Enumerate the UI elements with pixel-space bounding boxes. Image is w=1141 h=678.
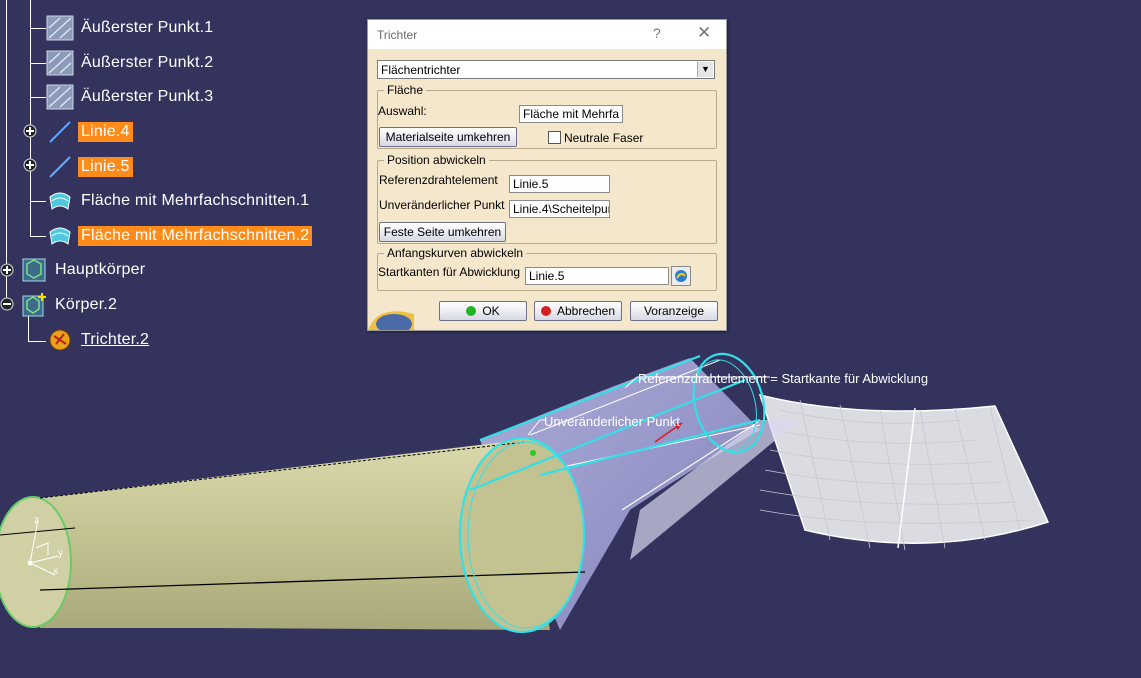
axis-z-label: z — [34, 515, 39, 526]
ok-button-label: OK — [482, 304, 500, 318]
start-edges-label: Startkanten für Abwicklung — [378, 265, 521, 279]
invariant-point-annotation: Unveränderlicher Punkt — [544, 414, 680, 429]
surface-group-legend: Fläche — [387, 83, 424, 97]
body-icon — [22, 293, 46, 317]
cylinder-solid — [0, 437, 586, 633]
expand-icon[interactable] — [23, 158, 37, 172]
edge-selector-icon[interactable] — [671, 266, 691, 286]
help-button[interactable]: ? — [653, 25, 661, 41]
tree-connector — [30, 97, 46, 98]
ok-icon — [466, 306, 477, 316]
neutral-fiber-label: Neutrale Faser — [564, 131, 644, 145]
swap-material-side-button[interactable]: Materialseite umkehren — [379, 127, 517, 147]
close-button[interactable]: ✕ — [697, 23, 711, 43]
tree-item-body-2[interactable]: Körper.2 — [20, 293, 120, 317]
tree-item-extremum-point-1[interactable]: Äußerster Punkt.1 — [46, 15, 216, 41]
tree-item-line-4[interactable]: Linie.4 — [46, 120, 133, 144]
expand-icon[interactable] — [0, 263, 14, 277]
extremum-point-icon — [46, 50, 74, 76]
funnel-type-select[interactable]: Flächentrichter ▼ — [377, 60, 715, 79]
tree-item-label: Äußerster Punkt.3 — [81, 88, 214, 105]
tree-item-funnel-2[interactable]: Trichter.2 — [46, 328, 152, 352]
reference-wire-annotation: Referenzdrahtelement = Startkante für Ab… — [638, 371, 929, 386]
ok-button[interactable]: OK — [439, 301, 527, 321]
line-icon — [49, 121, 71, 143]
start-edges-field[interactable]: Linie.5 — [525, 267, 669, 285]
tree-item-part-body[interactable]: Hauptkörper — [20, 258, 148, 282]
tree-item-extremum-point-2[interactable]: Äußerster Punkt.2 — [46, 50, 216, 76]
part-body-icon — [22, 258, 46, 282]
tree-item-line-5[interactable]: Linie.5 — [46, 155, 133, 179]
dialog-titlebar[interactable]: Trichter ? ✕ — [368, 20, 726, 49]
invariant-point-field[interactable]: Linie.4\Scheitelpur — [509, 200, 610, 218]
funnel-icon — [49, 329, 71, 351]
tree-item-label: Hauptkörper — [55, 261, 146, 278]
specification-tree: Äußerster Punkt.1 Äußerster Punkt.2 Äuße… — [0, 0, 360, 360]
developed-surface — [758, 393, 1050, 551]
chevron-down-icon[interactable]: ▼ — [697, 62, 713, 77]
tree-connector — [30, 63, 46, 64]
tree-connector — [6, 0, 7, 305]
tree-item-extremum-point-3[interactable]: Äußerster Punkt.3 — [46, 84, 216, 110]
line-icon — [49, 156, 71, 178]
dialog-title: Trichter — [377, 28, 418, 42]
cancel-icon — [540, 306, 551, 316]
invariant-point-label: Unveränderlicher Punkt — [379, 198, 505, 212]
tree-item-label: Trichter.2 — [81, 331, 150, 348]
unfold-position-legend: Position abwickeln — [387, 153, 486, 167]
reference-wire-field[interactable]: Linie.5 — [509, 175, 610, 193]
expand-icon[interactable] — [23, 124, 37, 138]
tree-connector — [30, 201, 46, 202]
axis-x-label: x — [53, 566, 58, 577]
preview-button[interactable]: Voranzeige — [630, 301, 718, 321]
invariant-point-marker — [530, 450, 536, 456]
app-logo-icon — [368, 311, 414, 330]
multi-section-surface-icon — [49, 227, 71, 245]
start-curves-legend: Anfangskurven abwickeln — [387, 246, 524, 260]
cancel-button-label: Abbrechen — [556, 304, 616, 318]
reference-wire-label: Referenzdrahtelement — [379, 173, 498, 187]
tree-item-label: Äußerster Punkt.1 — [81, 19, 214, 36]
multi-section-surface-icon — [49, 192, 71, 210]
selection-field[interactable]: Fläche mit Mehrfa — [519, 105, 623, 123]
tree-item-label: Körper.2 — [55, 296, 118, 313]
extremum-point-icon — [46, 15, 74, 41]
funnel-type-value: Flächentrichter — [381, 63, 461, 77]
tree-connector — [28, 341, 46, 342]
cancel-button[interactable]: Abbrechen — [534, 301, 622, 321]
tree-item-multi-section-surface-1[interactable]: Fläche mit Mehrfachschnitten.1 — [46, 189, 312, 213]
tree-connector — [30, 28, 46, 29]
axis-origin — [27, 560, 33, 566]
selection-label: Auswahl: — [378, 104, 427, 118]
tree-item-label: Linie.5 — [78, 157, 133, 177]
collapse-icon[interactable] — [0, 297, 14, 311]
tree-item-label: Äußerster Punkt.2 — [81, 54, 214, 71]
axis-y-label: y — [58, 548, 63, 559]
tree-item-label: Linie.4 — [78, 122, 133, 142]
neutral-fiber-checkbox[interactable] — [548, 131, 561, 144]
tree-item-label: Fläche mit Mehrfachschnitten.2 — [78, 226, 313, 246]
extremum-point-icon — [46, 84, 74, 110]
funnel-dialog: Trichter ? ✕ Flächentrichter ▼ Fläche Au… — [367, 19, 727, 331]
tree-item-label: Fläche mit Mehrfachschnitten.1 — [81, 192, 310, 209]
tree-connector — [30, 236, 46, 237]
tree-item-multi-section-surface-2[interactable]: Fläche mit Mehrfachschnitten.2 — [46, 224, 313, 248]
swap-fixed-side-button[interactable]: Feste Seite umkehren — [379, 222, 506, 242]
